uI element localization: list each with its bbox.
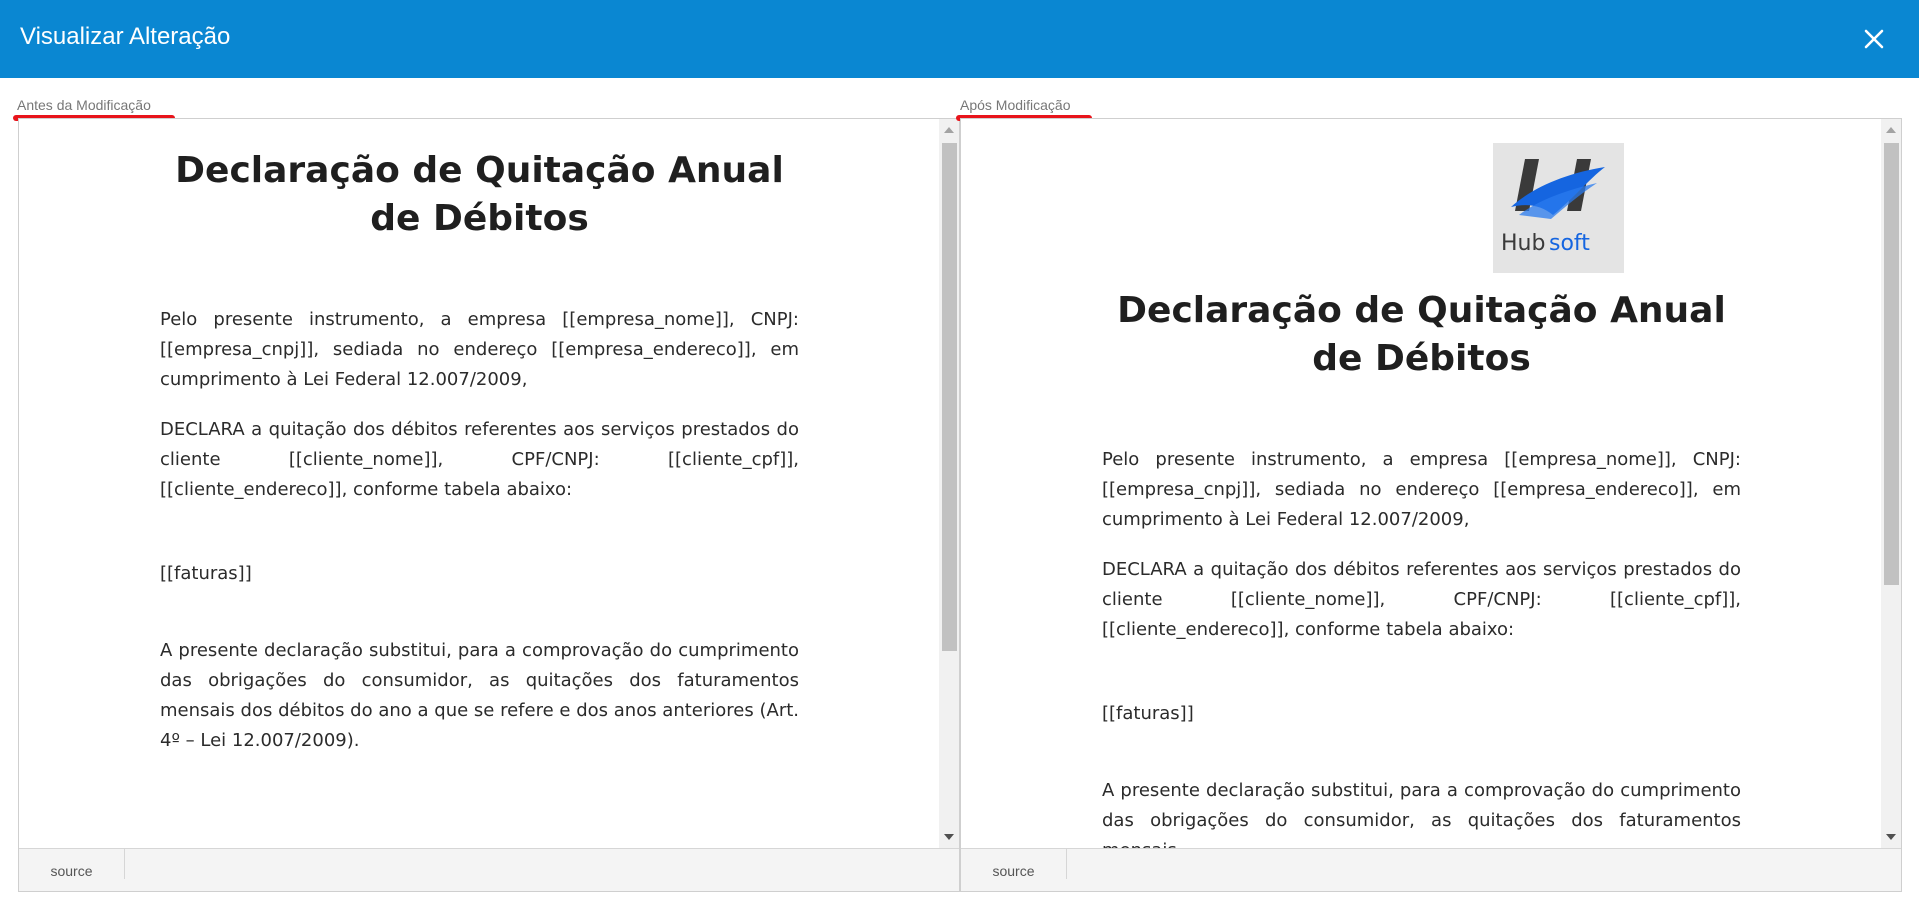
after-heading: Declaração de Quitação Anual de Débitos (1117, 290, 1726, 379)
visualizar-alteracao-dialog: Visualizar Alteração Antes da Modificaçã… (0, 0, 1919, 908)
logo-text-hub: Hub (1501, 231, 1545, 256)
after-editor[interactable]: Hub soft Declaração de Quitação Anual de… (960, 118, 1902, 892)
after-pane-label: Após Modificação (956, 97, 1092, 121)
after-paragraph-2: DECLARA a quitação dos débitos referente… (1102, 559, 1741, 640)
close-button[interactable] (1857, 22, 1891, 56)
scroll-down-arrow-icon[interactable] (1886, 834, 1896, 840)
after-document: Hub soft Declaração de Quitação Anual de… (1102, 119, 1741, 848)
before-label-text: Antes da Modificação (17, 97, 151, 113)
before-paragraph-faturas: [[faturas]] (160, 563, 252, 584)
close-icon (1864, 29, 1884, 49)
before-statusbar: source (19, 848, 959, 891)
before-paragraph-2: DECLARA a quitação dos débitos referente… (160, 419, 799, 500)
before-document: Declaração de Quitação Anual de Débitos … (160, 147, 799, 756)
hubsoft-logo: Hub soft (1493, 143, 1624, 273)
after-editor-content[interactable]: Hub soft Declaração de Quitação Anual de… (961, 119, 1881, 848)
after-scrollbar-thumb[interactable] (1884, 143, 1899, 585)
before-source-tab[interactable]: source (19, 849, 125, 879)
after-label-text: Após Modificação (960, 97, 1071, 113)
dialog-title: Visualizar Alteração (20, 23, 231, 50)
after-scrollbar[interactable] (1881, 119, 1901, 848)
hubsoft-logo-icon: Hub soft (1501, 159, 1605, 256)
before-scrollbar[interactable] (939, 119, 959, 848)
before-heading: Declaração de Quitação Anual de Débitos (175, 150, 784, 239)
after-document-body: Declaração de Quitação Anual de Débitos … (1102, 287, 1741, 848)
after-statusbar: source (961, 848, 1901, 891)
before-editor-content[interactable]: Declaração de Quitação Anual de Débitos … (19, 119, 939, 848)
before-paragraph-1: Pelo presente instrumento, a empresa [[e… (160, 309, 799, 390)
before-pane-label: Antes da Modificação (13, 97, 175, 121)
after-paragraph-3: A presente declaração substitui, para a … (1102, 780, 1741, 848)
before-scrollbar-thumb[interactable] (942, 143, 957, 651)
dialog-titlebar: Visualizar Alteração (0, 0, 1919, 78)
after-source-tab[interactable]: source (961, 849, 1067, 879)
before-paragraph-3: A presente declaração substitui, para a … (160, 640, 799, 751)
after-paragraph-1: Pelo presente instrumento, a empresa [[e… (1102, 449, 1741, 530)
scroll-up-arrow-icon[interactable] (944, 127, 954, 133)
before-editor[interactable]: Declaração de Quitação Anual de Débitos … (18, 118, 960, 892)
after-paragraph-faturas: [[faturas]] (1102, 703, 1194, 724)
scroll-down-arrow-icon[interactable] (944, 834, 954, 840)
scroll-up-arrow-icon[interactable] (1886, 127, 1896, 133)
logo-text-soft: soft (1549, 231, 1590, 256)
